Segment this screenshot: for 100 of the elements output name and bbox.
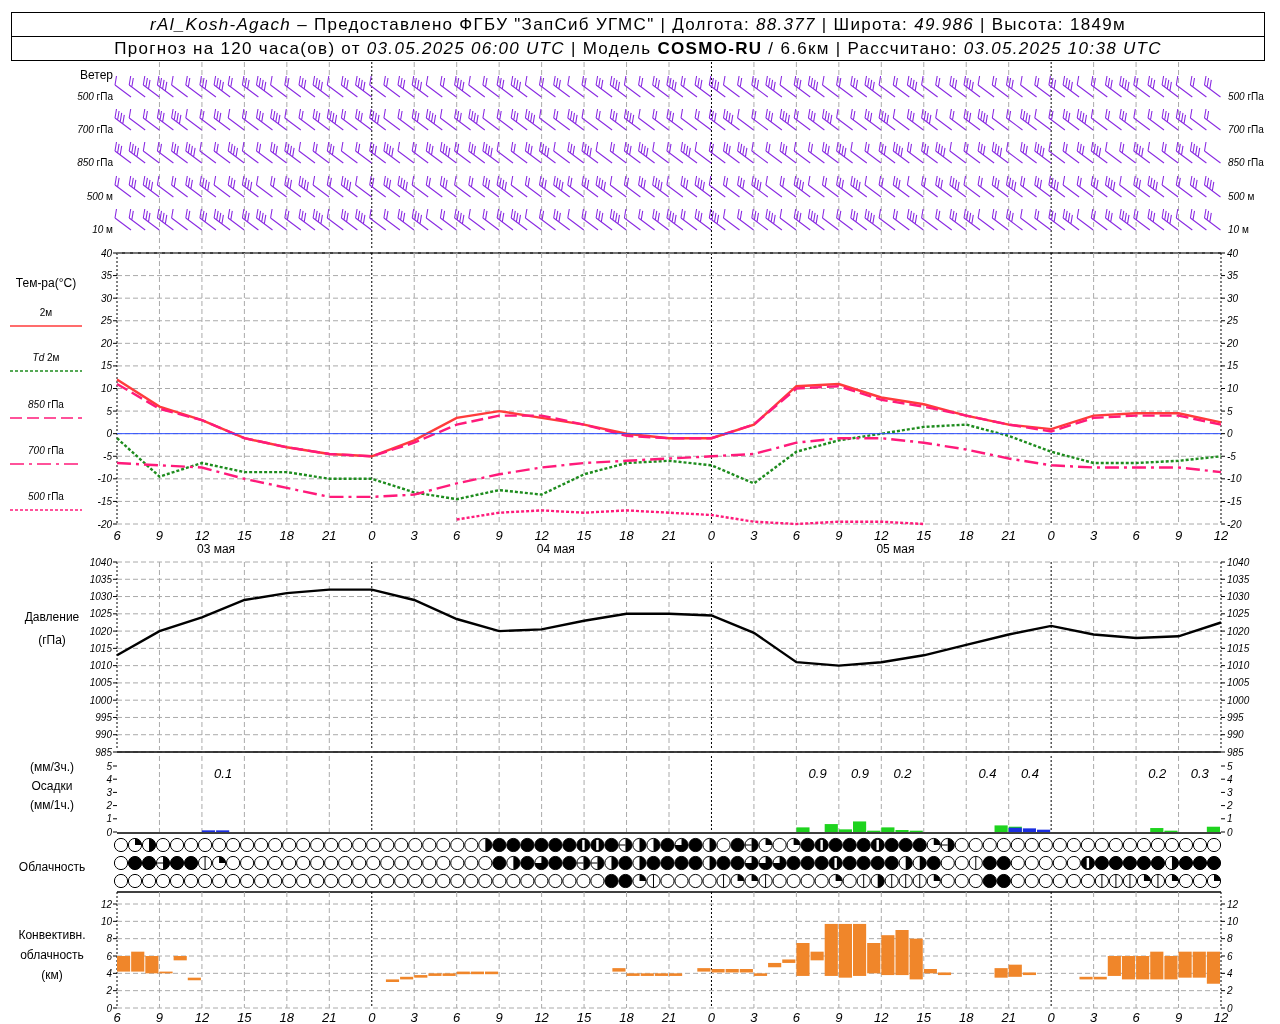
axis-tick-label: 5 — [1227, 760, 1233, 772]
axis-tick-label: 0 — [368, 1010, 376, 1024]
axis-tick-label: 18 — [959, 528, 974, 543]
forecast-info: Прогноз на 120 часа(ов) от 03.05.2025 06:00 UTC | Модель COSMO-RU / 6.6км | Рассчитано: 03.05.2025 10:38 UTC — [12, 36, 1264, 60]
axis-tick-label: 6 — [106, 950, 112, 962]
axis-tick-label: 0 — [1227, 1002, 1233, 1014]
axis-tick-label: 1005 — [89, 677, 112, 689]
axis-tick-label: 1035 — [89, 573, 112, 585]
axis-tick-label: 9 — [1174, 1010, 1183, 1024]
axis-tick-label: 20 — [1227, 337, 1239, 349]
axis-tick-label: 10 — [1227, 383, 1239, 394]
level-label: 700 гПа — [77, 124, 113, 135]
axis-tick-label: 12 — [874, 1010, 889, 1024]
axis-tick-label: 4 — [1227, 967, 1233, 979]
axis-tick-label: 6 — [453, 1010, 461, 1024]
legend-label: 2м — [39, 307, 53, 318]
panel-label: Тем-ра(°C) — [15, 276, 77, 290]
axis-tick-label: 8 — [106, 933, 112, 945]
axis-tick-label: 0 — [1047, 528, 1055, 543]
axis-tick-label: 1 — [1227, 813, 1233, 825]
axis-tick-label: 0 — [707, 528, 716, 543]
axis-tick-label: 21 — [322, 528, 337, 543]
axis-tick-label: 990 — [95, 729, 112, 741]
axis-tick-label: 40 — [100, 247, 112, 259]
axis-tick-label: 6 — [1132, 1010, 1140, 1024]
axis-tick-label: 0 — [1047, 1010, 1055, 1024]
panel-label: Конвективн. — [18, 928, 86, 942]
axis-tick-label: 5 — [106, 405, 112, 417]
level-label: 850 гПа — [77, 157, 113, 168]
level-label: 850 гПа — [1228, 157, 1264, 168]
axis-tick-label: 3 — [1090, 528, 1098, 543]
axis-tick-label: 15 — [576, 1010, 592, 1024]
date-label: 04 мая — [536, 542, 575, 556]
axis-tick-label: 12 — [1213, 1010, 1229, 1024]
axis-tick-label: -10 — [1227, 473, 1242, 485]
axis-tick-label: 985 — [1227, 746, 1244, 758]
date-label: 05 мая — [876, 542, 915, 556]
axis-tick-label: 1030 — [1227, 591, 1250, 603]
level-label: 500 м — [1228, 191, 1255, 202]
axis-tick-label: 15 — [1227, 360, 1239, 372]
axis-tick-label: 5 — [1227, 405, 1233, 417]
axis-tick-label: -15 — [97, 495, 112, 507]
legend-label: 700 гПа — [28, 445, 64, 456]
axis-tick-label: 10 — [1227, 915, 1239, 927]
axis-tick-label: 18 — [279, 528, 295, 543]
panel-label: (гПа) — [38, 633, 66, 647]
value-label: 0.3 — [1190, 766, 1209, 781]
axis-tick-label: 5 — [106, 760, 112, 772]
axis-tick-label: 10 — [100, 383, 112, 394]
value-label: 0.4 — [978, 766, 997, 781]
level-label: 500 гПа — [77, 91, 113, 102]
axis-tick-label: 21 — [1001, 528, 1016, 543]
axis-tick-label: -5 — [103, 450, 112, 462]
level-label: 500 м — [86, 191, 113, 202]
axis-tick-label: 6 — [1132, 528, 1140, 543]
axis-tick-label: 4 — [106, 773, 112, 785]
axis-tick-label: 1025 — [1227, 608, 1250, 620]
panel-label: (мм/3ч.) — [29, 760, 75, 774]
axis-tick-label: 9 — [155, 528, 164, 543]
level-label: 700 гПа — [1228, 124, 1264, 135]
value-label: 0.9 — [851, 766, 870, 781]
axis-tick-label: 3 — [1227, 786, 1233, 798]
axis-tick-label: 1000 — [89, 694, 112, 706]
axis-tick-label: 25 — [1227, 315, 1239, 327]
axis-tick-label: 12 — [194, 528, 210, 543]
axis-tick-label: 1040 — [89, 556, 112, 568]
axis-tick-label: -5 — [1227, 450, 1236, 462]
axis-tick-label: -20 — [97, 518, 112, 530]
axis-tick-label: 6 — [792, 528, 800, 543]
axis-tick-label: 6 — [113, 528, 121, 543]
axis-tick-label: 35 — [1227, 270, 1239, 282]
panel-label: (мм/1ч.) — [29, 798, 75, 812]
axis-tick-label: 30 — [1227, 292, 1239, 304]
level-label: 10 м — [92, 224, 113, 235]
axis-tick-label: 9 — [495, 528, 503, 543]
axis-tick-label: 4 — [106, 967, 112, 979]
axis-tick-label: 12 — [1227, 898, 1239, 910]
axis-tick-label: 20 — [100, 337, 112, 349]
axis-tick-label: 12 — [100, 898, 112, 910]
axis-tick-label: 6 — [792, 1010, 800, 1024]
axis-tick-label: 0 — [106, 428, 112, 440]
axis-tick-label: 1025 — [89, 608, 112, 620]
axis-tick-label: 25 — [100, 315, 112, 327]
axis-tick-label: 15 — [100, 360, 112, 372]
axis-tick-label: 15 — [237, 1010, 252, 1024]
axis-tick-label: 985 — [95, 746, 112, 758]
axis-tick-label: 21 — [661, 528, 677, 543]
axis-tick-label: 40 — [1227, 247, 1239, 259]
value-label: 0.2 — [1148, 766, 1167, 781]
axis-tick-label: 21 — [322, 1010, 337, 1024]
axis-tick-label: 1015 — [1227, 642, 1250, 654]
axis-tick-label: 12 — [534, 528, 549, 543]
axis-tick-label: 3 — [106, 786, 112, 798]
axis-tick-label: 3 — [1090, 1010, 1098, 1024]
axis-tick-label: 1010 — [89, 660, 112, 672]
axis-tick-label: 6 — [113, 1010, 121, 1024]
axis-tick-label: 0 — [368, 528, 376, 543]
legend-label: Td 2м — [32, 352, 60, 363]
panel-label: облачность — [20, 948, 84, 962]
axis-tick-label: 2 — [1227, 800, 1233, 812]
